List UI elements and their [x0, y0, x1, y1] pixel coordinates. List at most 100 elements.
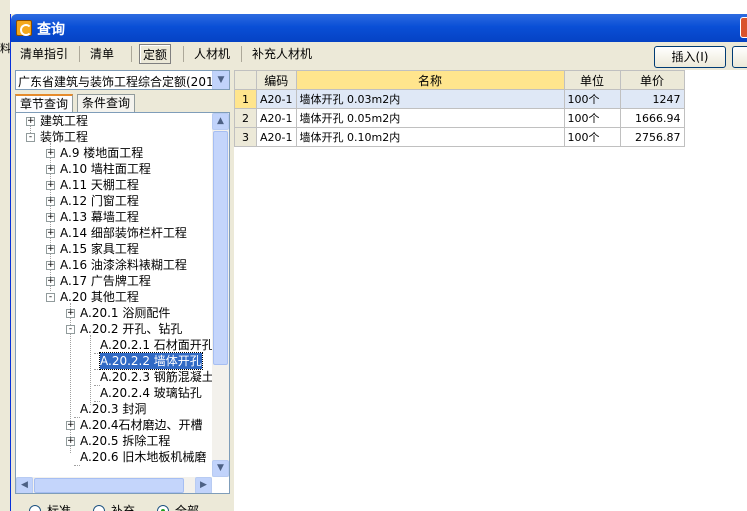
tree-node-a20-2-2[interactable]: A.20.2.2 墙体开孔: [16, 352, 212, 370]
column-header-code[interactable]: 编码: [256, 70, 297, 90]
scroll-thumb[interactable]: [213, 131, 228, 365]
column-header-name[interactable]: 名称: [295, 70, 565, 90]
radio-circle[interactable]: [29, 505, 41, 511]
expand-icon[interactable]: +: [46, 277, 55, 286]
cell-price[interactable]: 2756.87: [619, 127, 685, 147]
scroll-down-icon[interactable]: ▼: [212, 460, 229, 477]
tree-node-a9[interactable]: + A.9 楼地面工程: [16, 145, 212, 161]
tree-node-label: A.13 幕墙工程: [60, 210, 139, 224]
tree-node-a12[interactable]: + A.12 门窗工程: [16, 193, 212, 209]
chapter-tree: + 建筑工程 - 装饰工程 + A.9 楼地面工程 + A.10 墙柱面工程 +: [15, 112, 230, 494]
radio-label: 标准: [47, 504, 72, 511]
tree-node-a20-2[interactable]: - A.20.2 开孔、钻孔: [16, 321, 212, 337]
tree-node-a15[interactable]: + A.15 家具工程: [16, 241, 212, 257]
collapse-icon[interactable]: -: [46, 293, 55, 302]
cell-name[interactable]: 墙体开孔 0.10m2内: [295, 127, 565, 147]
cell-unit[interactable]: 100个: [563, 108, 621, 128]
expand-icon[interactable]: +: [66, 437, 75, 446]
tree-node-a20-1[interactable]: + A.20.1 浴厕配件: [16, 305, 212, 321]
cell-code[interactable]: A20-1: [256, 127, 297, 147]
cell-code[interactable]: A20-1: [256, 108, 297, 128]
tree-node-a16[interactable]: + A.16 油漆涂料裱糊工程: [16, 257, 212, 273]
tree-node-decoration[interactable]: - 装饰工程: [16, 129, 212, 145]
query-dialog: 查询 清单指引 清单 定额 人材机 补充人材机 插入(I) 广东省建筑与装饰工程…: [10, 14, 747, 511]
tab-list[interactable]: 清单: [87, 44, 117, 64]
expand-icon[interactable]: +: [46, 261, 55, 270]
tree-node-label: A.15 家具工程: [60, 242, 139, 256]
collapse-icon[interactable]: -: [66, 325, 75, 334]
tree-node-a11[interactable]: + A.11 天棚工程: [16, 177, 212, 193]
secondary-button[interactable]: [732, 46, 747, 68]
expand-icon[interactable]: +: [66, 309, 75, 318]
row-number-header: [234, 70, 257, 90]
tree-node-a20[interactable]: - A.20 其他工程: [16, 289, 212, 305]
scroll-thumb[interactable]: [34, 478, 184, 493]
tree-node-a20-2-4[interactable]: A.20.2.4 玻璃钻孔: [16, 385, 212, 401]
tab-chapter-search[interactable]: 章节查询: [15, 94, 74, 113]
chevron-down-icon[interactable]: ▼: [212, 71, 229, 89]
tree-node-a20-2-1[interactable]: A.20.2.1 石材面开孔: [16, 337, 214, 353]
toolbar-separator: [131, 46, 132, 62]
tree-node-label: 装饰工程: [40, 130, 89, 144]
tree-node-a20-2-3[interactable]: A.20.2.3 钢筋混凝土: [16, 369, 214, 385]
expand-icon[interactable]: +: [46, 245, 55, 254]
column-header-price[interactable]: 单价: [619, 70, 685, 90]
tab-condition-search[interactable]: 条件查询: [77, 94, 136, 112]
toolbar-separator: [241, 46, 242, 62]
insert-button[interactable]: 插入(I): [654, 46, 726, 68]
expand-icon[interactable]: +: [46, 213, 55, 222]
tab-labor-material-machine[interactable]: 人材机: [191, 44, 233, 64]
radio-circle[interactable]: [157, 505, 169, 511]
cell-name[interactable]: 墙体开孔 0.03m2内: [295, 89, 565, 109]
tree-node-label: 建筑工程: [40, 114, 89, 128]
tree-node-a10[interactable]: + A.10 墙柱面工程: [16, 161, 212, 177]
radio-circle[interactable]: [93, 505, 105, 511]
filter-radio-group: 标准 补充 全部: [15, 500, 230, 511]
tab-supplement-labor-material[interactable]: 补充人材机: [249, 44, 315, 64]
expand-icon[interactable]: +: [46, 181, 55, 190]
expand-icon[interactable]: +: [46, 165, 55, 174]
close-icon[interactable]: [740, 17, 747, 38]
tree-vertical-scrollbar[interactable]: ▲ ▼: [212, 113, 229, 477]
cell-code[interactable]: A20-1: [256, 89, 297, 109]
scroll-left-icon[interactable]: ◀: [16, 477, 33, 493]
screen: 料 查询 清单指引 清单 定额 人材机 补充人材机 插入(I) 广东省建筑与装饰…: [0, 0, 747, 511]
tree-node-building[interactable]: + 建筑工程: [16, 113, 212, 129]
tab-list-guide[interactable]: 清单指引: [17, 44, 71, 64]
tree-node-label: A.20.1 浴厕配件: [80, 306, 171, 320]
title-bar[interactable]: 查询: [11, 14, 747, 42]
column-header-unit[interactable]: 单位: [563, 70, 621, 90]
table-row[interactable]: 2 A20-1 墙体开孔 0.05m2内 100个 1666.94: [234, 108, 685, 128]
row-number: 1: [234, 89, 257, 109]
toolbar: 清单指引 清单 定额 人材机 补充人材机 插入(I): [11, 42, 747, 72]
tree-node-a14[interactable]: + A.14 细部装饰栏杆工程: [16, 225, 212, 241]
cell-name[interactable]: 墙体开孔 0.05m2内: [295, 108, 565, 128]
expand-icon[interactable]: +: [66, 421, 75, 430]
expand-icon[interactable]: +: [46, 197, 55, 206]
tree-node-a13[interactable]: + A.13 幕墙工程: [16, 209, 212, 225]
scroll-up-icon[interactable]: ▲: [212, 113, 229, 130]
cell-price[interactable]: 1666.94: [619, 108, 685, 128]
cell-unit[interactable]: 100个: [563, 89, 621, 109]
tree-node-label: A.9 楼地面工程: [60, 146, 144, 160]
table-header: 编码 名称 单位 单价: [234, 70, 685, 90]
tree-node-a20-4[interactable]: + A.20.4石材磨边、开槽: [16, 417, 212, 433]
table-row[interactable]: 3 A20-1 墙体开孔 0.10m2内 100个 2756.87: [234, 127, 685, 147]
cell-unit[interactable]: 100个: [563, 127, 621, 147]
collapse-icon[interactable]: -: [26, 133, 35, 142]
tab-quota[interactable]: 定额: [139, 44, 172, 64]
radio-label: 全部: [175, 504, 200, 511]
tree-horizontal-scrollbar[interactable]: ◀ ▶: [16, 477, 212, 493]
expand-icon[interactable]: +: [46, 229, 55, 238]
tree-node-a20-6[interactable]: A.20.6 旧木地板机械磨: [16, 449, 212, 465]
tree-node-a20-5[interactable]: + A.20.5 拆除工程: [16, 433, 212, 449]
tree-node-label: A.16 油漆涂料裱糊工程: [60, 258, 187, 272]
cell-price[interactable]: 1247: [619, 89, 685, 109]
tree-node-a20-3[interactable]: A.20.3 封洞: [16, 401, 212, 417]
expand-icon[interactable]: +: [46, 149, 55, 158]
table-row[interactable]: 1 A20-1 墙体开孔 0.03m2内 100个 1247: [234, 89, 685, 109]
tree-node-a17[interactable]: + A.17 广告牌工程: [16, 273, 212, 289]
expand-icon[interactable]: +: [26, 117, 35, 126]
scroll-right-icon[interactable]: ▶: [195, 477, 212, 493]
quota-library-select[interactable]: 广东省建筑与装饰工程综合定额(201 ▼: [15, 70, 230, 90]
